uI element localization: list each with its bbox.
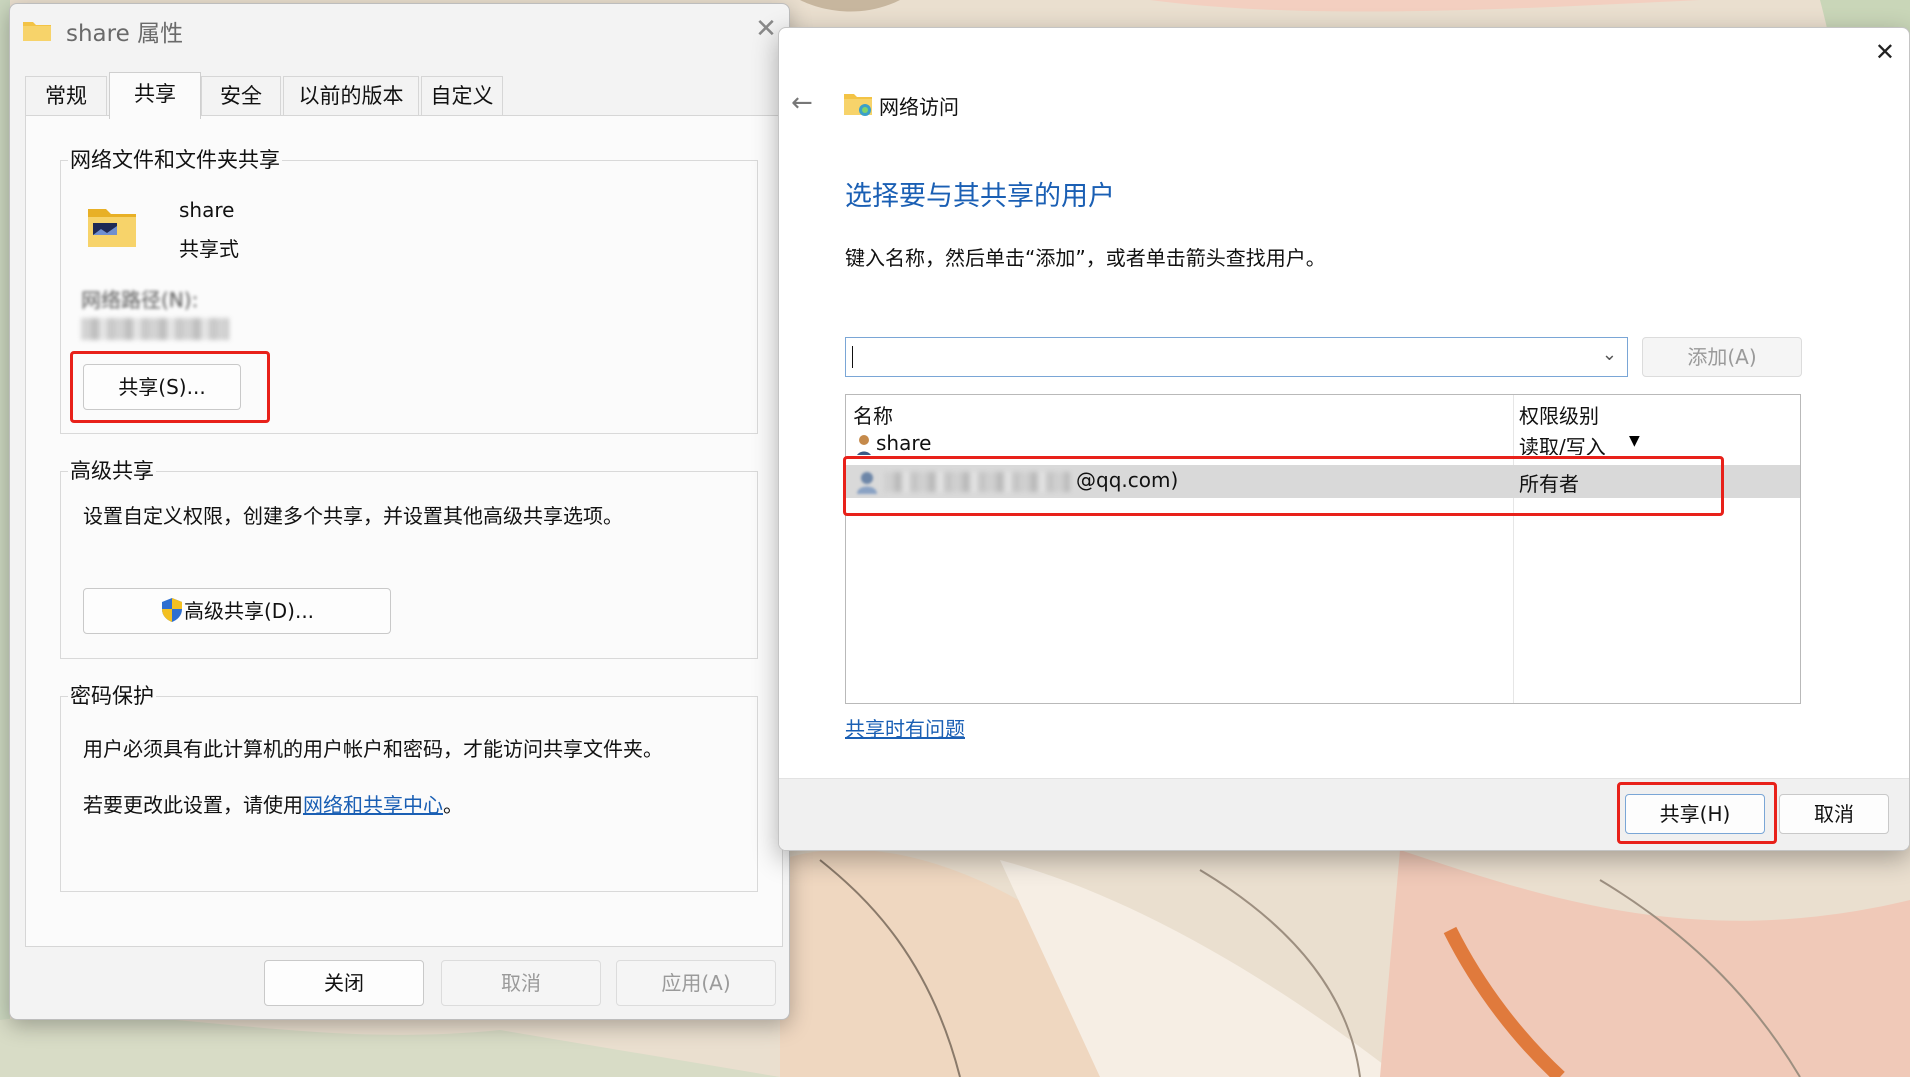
dialog-header-title: 网络访问 [879,95,959,119]
advanced-sharing-group: 高级共享 设置自定义权限，创建多个共享，并设置其他高级共享选项。 高级共享(D)… [60,455,758,659]
advanced-sharing-button[interactable]: 高级共享(D)... [83,588,391,634]
user-icon [857,435,871,455]
group-title: 高级共享 [68,455,156,485]
dropdown-arrow-icon[interactable]: ▼ [1629,433,1640,449]
folder-icon [23,22,51,41]
network-access-dialog: ✕ ← 网络访问 选择要与其共享的用户 键入名称，然后单击“添加”，或者单击箭头… [778,27,1910,851]
password-description: 用户必须具有此计算机的用户帐户和密码，才能访问共享文件夹。 [83,737,663,761]
sharing-panel: 网络文件和文件夹共享 share 共享式 网络路径(N): 共享(S)... 高… [25,115,783,947]
tab-previous-versions[interactable]: 以前的版本 [283,76,419,115]
cancel-button[interactable]: 取消 [1779,794,1889,834]
sharing-help-link[interactable]: 共享时有问题 [845,713,965,742]
tab-customize[interactable]: 自定义 [421,76,503,115]
permissions-list: 名称 权限级别 share 读取/写入 ▼ @qq.com) 所有者 [845,394,1801,704]
network-sharing-center-link[interactable]: 网络和共享中心 [303,793,443,817]
tab-general[interactable]: 常规 [25,76,107,115]
highlight-box [70,351,270,423]
network-path-label: 网络路径(N): [81,288,199,312]
tab-security[interactable]: 安全 [201,76,281,115]
column-header-permission[interactable]: 权限级别 [1519,400,1599,429]
apply-button[interactable]: 应用(A) [616,960,776,1006]
permission-level: 读取/写入 [1519,435,1606,455]
close-button[interactable]: 关闭 [264,960,424,1006]
highlight-box [843,456,1724,516]
dialog-instruction: 键入名称，然后单击“添加”，或者单击箭头查找用户。 [845,246,1326,270]
shared-folder-icon [88,209,136,247]
list-item[interactable]: share 读取/写入 ▼ [846,431,1800,455]
folder-status: 共享式 [179,237,239,261]
text-caret [852,346,853,368]
network-folder-icon [844,94,872,116]
change-setting-text: 若要更改此设置，请使用网络和共享中心。 [83,789,463,818]
advanced-sharing-button-label: 高级共享(D)... [183,599,315,623]
network-path-value [81,318,229,340]
close-icon[interactable]: ✕ [1875,38,1895,66]
group-title: 密码保护 [68,680,156,710]
window-title: share 属性 [66,21,184,47]
folder-name: share [179,198,235,222]
add-button[interactable]: 添加(A) [1642,337,1802,377]
network-sharing-group: 网络文件和文件夹共享 share 共享式 网络路径(N): 共享(S)... [60,144,758,434]
change-setting-suffix: 。 [443,793,463,817]
tab-sharing[interactable]: 共享 [109,72,201,119]
cancel-button[interactable]: 取消 [441,960,601,1006]
column-header-name[interactable]: 名称 [853,400,893,429]
back-arrow-icon[interactable]: ← [791,88,813,118]
group-title: 网络文件和文件夹共享 [68,144,282,174]
uac-shield-icon [161,598,182,622]
tab-bar: 常规 共享 安全 以前的版本 自定义 [25,72,765,119]
user-name-combobox[interactable]: ⌄ [845,337,1628,377]
highlight-box [1617,782,1777,844]
properties-window: share 属性 ✕ 常规 共享 安全 以前的版本 自定义 网络文件和文件夹共享… [9,3,790,1020]
chevron-down-icon[interactable]: ⌄ [1602,344,1617,365]
user-name: share [876,431,932,455]
title-bar: share 属性 ✕ [10,4,789,56]
advanced-sharing-description: 设置自定义权限，创建多个共享，并设置其他高级共享选项。 [83,504,623,528]
change-setting-prefix: 若要更改此设置，请使用 [83,793,303,817]
dialog-heading: 选择要与其共享的用户 [845,181,1115,212]
password-protection-group: 密码保护 用户必须具有此计算机的用户帐户和密码，才能访问共享文件夹。 若要更改此… [60,680,758,892]
